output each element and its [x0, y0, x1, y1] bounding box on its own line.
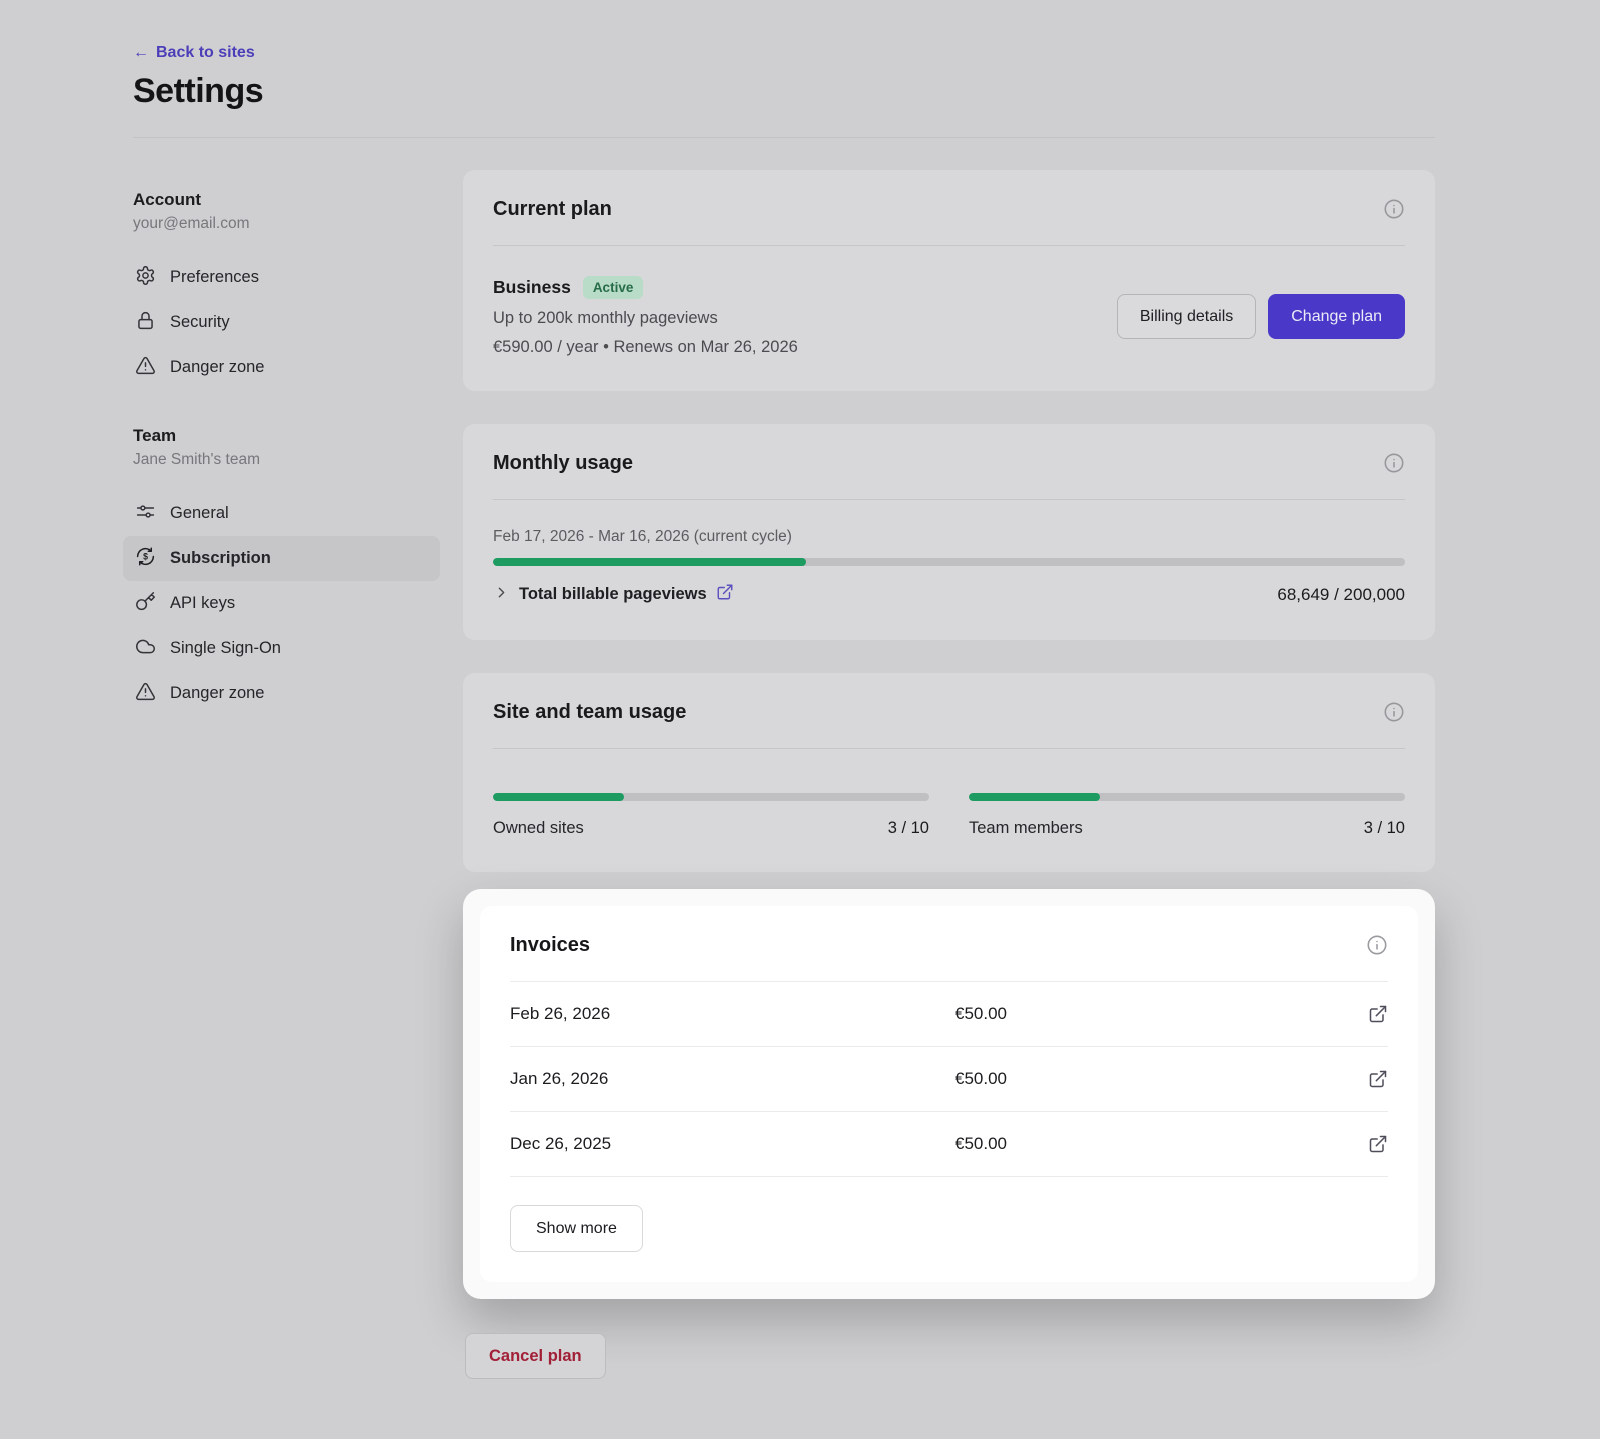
svg-text:$: $: [143, 551, 148, 561]
sidebar-item-label: Preferences: [170, 268, 259, 287]
owned-sites-progress-fill: [493, 793, 624, 801]
owned-sites-label: Owned sites: [493, 819, 584, 838]
team-members-meter: Team members 3 / 10: [969, 781, 1405, 838]
sliders-icon: [135, 501, 156, 527]
billing-cycle-label: Feb 17, 2026 - Mar 16, 2026 (current cyc…: [493, 528, 1405, 546]
sidebar-item-api-keys[interactable]: API keys: [123, 581, 440, 626]
site-team-usage-card: Site and team usage Owned sites 3 / 10: [463, 673, 1435, 872]
current-plan-title: Current plan: [493, 198, 612, 221]
invoices-title: Invoices: [510, 934, 590, 957]
sidebar-section-team: Team Jane Smith's team General $ Subscri…: [133, 426, 440, 716]
plan-pageviews-line: Up to 200k monthly pageviews: [493, 309, 798, 328]
info-icon[interactable]: [1366, 934, 1388, 956]
plan-name: Business: [493, 277, 571, 298]
external-link-icon[interactable]: [1368, 1004, 1388, 1024]
owned-sites-meter: Owned sites 3 / 10: [493, 781, 929, 838]
external-link-icon[interactable]: [1368, 1069, 1388, 1089]
lock-icon: [135, 310, 156, 336]
arrow-left-icon: ←: [133, 44, 149, 62]
team-members-label: Team members: [969, 819, 1083, 838]
sidebar-item-label: General: [170, 504, 229, 523]
sidebar-item-general[interactable]: General: [123, 491, 440, 536]
warning-triangle-icon: [135, 355, 156, 381]
back-to-sites-link[interactable]: ← Back to sites: [133, 44, 255, 62]
subscription-dollar-refresh-icon: $: [135, 546, 156, 572]
invoices-card: Invoices Feb 26, 2026 €50.00: [480, 906, 1418, 1282]
team-members-progress-fill: [969, 793, 1100, 801]
change-plan-button[interactable]: Change plan: [1268, 294, 1405, 339]
cloud-icon: [135, 636, 156, 662]
info-icon[interactable]: [1383, 701, 1405, 723]
settings-page: ← Back to sites Settings Account your@em…: [0, 0, 1600, 1439]
site-team-usage-title: Site and team usage: [493, 701, 686, 724]
billable-pageviews-toggle[interactable]: Total billable pageviews: [493, 583, 734, 606]
team-members-progress-track: [969, 793, 1405, 801]
sidebar-section-account: Account your@email.com Preferences Secur…: [133, 190, 440, 390]
header-divider: [133, 137, 1435, 138]
divider: [493, 245, 1405, 246]
monthly-usage-title: Monthly usage: [493, 452, 633, 475]
divider: [493, 748, 1405, 749]
invoice-date: Feb 26, 2026: [510, 1004, 955, 1024]
plan-details: Business Active Up to 200k monthly pagev…: [493, 276, 798, 357]
invoice-row: Dec 26, 2025 €50.00: [510, 1112, 1388, 1177]
billing-details-button[interactable]: Billing details: [1117, 294, 1256, 339]
invoice-amount: €50.00: [955, 1069, 1368, 1089]
invoice-row: Jan 26, 2026 €50.00: [510, 1047, 1388, 1112]
active-status-badge: Active: [583, 276, 644, 299]
show-more-button[interactable]: Show more: [510, 1205, 643, 1252]
pageviews-progress-fill: [493, 558, 806, 566]
chevron-right-icon: [493, 584, 510, 606]
team-name: Jane Smith's team: [133, 451, 440, 469]
settings-main: Current plan Business Active Up to 200k …: [463, 170, 1435, 1379]
back-to-sites-label: Back to sites: [156, 44, 255, 62]
info-icon[interactable]: [1383, 198, 1405, 220]
plan-price-line: €590.00 / year • Renews on Mar 26, 2026: [493, 338, 798, 357]
account-heading: Account: [133, 190, 440, 210]
divider: [493, 499, 1405, 500]
sidebar-item-label: Danger zone: [170, 684, 264, 703]
invoice-date: Jan 26, 2026: [510, 1069, 955, 1089]
sidebar-item-account-danger-zone[interactable]: Danger zone: [123, 345, 440, 390]
owned-sites-progress-track: [493, 793, 929, 801]
account-email: your@email.com: [133, 215, 440, 233]
info-icon[interactable]: [1383, 452, 1405, 474]
monthly-usage-card: Monthly usage Feb 17, 2026 - Mar 16, 202…: [463, 424, 1435, 640]
external-link-icon[interactable]: [716, 583, 734, 606]
gear-icon: [135, 265, 156, 291]
team-members-value: 3 / 10: [1364, 819, 1405, 838]
sidebar-item-label: Single Sign-On: [170, 639, 281, 658]
sidebar-item-preferences[interactable]: Preferences: [123, 255, 440, 300]
invoices-spotlight: Invoices Feb 26, 2026 €50.00: [463, 889, 1435, 1299]
sidebar-item-team-danger-zone[interactable]: Danger zone: [123, 671, 440, 716]
pageviews-progress-track: [493, 558, 1405, 566]
settings-sidebar: Account your@email.com Preferences Secur…: [133, 170, 440, 1379]
sidebar-item-label: API keys: [170, 594, 235, 613]
billable-pageviews-label: Total billable pageviews: [519, 585, 707, 604]
warning-triangle-icon: [135, 681, 156, 707]
team-heading: Team: [133, 426, 440, 446]
sidebar-item-security[interactable]: Security: [123, 300, 440, 345]
sidebar-item-subscription[interactable]: $ Subscription: [123, 536, 440, 581]
sidebar-item-label: Danger zone: [170, 358, 264, 377]
sidebar-item-single-sign-on[interactable]: Single Sign-On: [123, 626, 440, 671]
sidebar-item-label: Subscription: [170, 549, 271, 568]
cancel-plan-button[interactable]: Cancel plan: [465, 1333, 606, 1379]
invoice-date: Dec 26, 2025: [510, 1134, 955, 1154]
sidebar-item-label: Security: [170, 313, 230, 332]
key-icon: [135, 591, 156, 617]
current-plan-card: Current plan Business Active Up to 200k …: [463, 170, 1435, 391]
invoice-amount: €50.00: [955, 1004, 1368, 1024]
pageviews-usage-value: 68,649 / 200,000: [1277, 585, 1405, 605]
external-link-icon[interactable]: [1368, 1134, 1388, 1154]
page-title: Settings: [133, 72, 1435, 111]
owned-sites-value: 3 / 10: [888, 819, 929, 838]
invoice-row: Feb 26, 2026 €50.00: [510, 982, 1388, 1047]
invoice-amount: €50.00: [955, 1134, 1368, 1154]
